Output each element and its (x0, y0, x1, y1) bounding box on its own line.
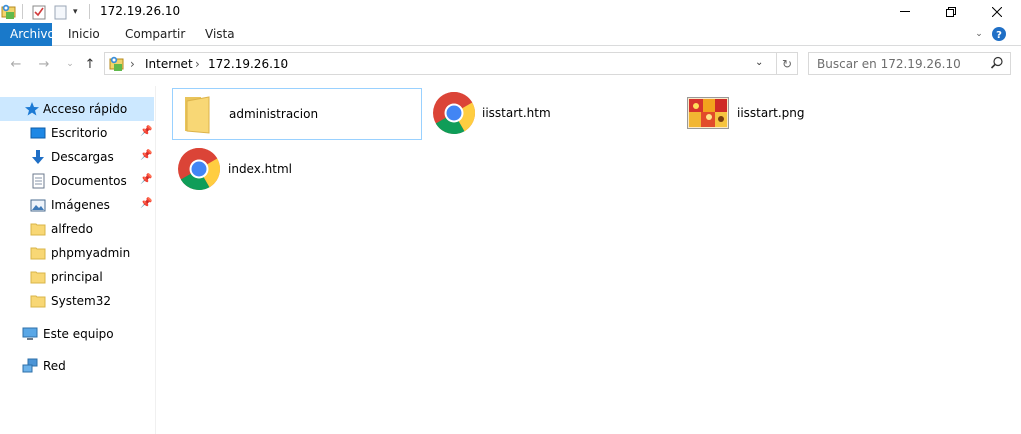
folder-icon (30, 269, 46, 285)
pin-icon[interactable]: 📌 (140, 198, 152, 209)
up-arrow-icon: ↑ (84, 56, 96, 72)
maximize-button[interactable] (928, 0, 974, 23)
pictures-icon (30, 197, 46, 213)
folder-icon (181, 93, 213, 138)
sidebar-item-label: phpmyadmin (51, 246, 131, 260)
file-name: administracion (229, 107, 319, 121)
properties-icon[interactable] (1, 3, 17, 20)
tab-vista[interactable]: Vista (195, 23, 245, 46)
sidebar-item-label: Descargas (51, 150, 114, 164)
sidebar-item-system32[interactable]: System32 (0, 289, 154, 313)
minimize-icon (900, 11, 910, 12)
sidebar-item-red[interactable]: Red (0, 354, 154, 378)
sidebar-item-label: Documentos (51, 174, 127, 188)
forward-button[interactable]: → (34, 53, 54, 75)
close-button[interactable] (974, 0, 1020, 23)
sidebar-item-label: Acceso rápido (43, 102, 128, 116)
document-icon (30, 173, 46, 189)
sidebar-item-label: Red (43, 359, 66, 373)
star-icon (24, 101, 40, 117)
sidebar-item-principal[interactable]: principal (0, 265, 154, 289)
address-history-chevron-icon[interactable]: ⌄ (755, 57, 763, 68)
desktop-icon (30, 125, 46, 141)
download-arrow-icon (30, 149, 46, 165)
pin-icon[interactable]: 📌 (140, 126, 152, 137)
title-bar: ▾ 172.19.26.10 (0, 0, 1021, 23)
network-icon (22, 358, 38, 374)
back-arrow-icon: ← (10, 56, 22, 72)
sidebar-item-label: Escritorio (51, 126, 108, 140)
folder-icon (30, 245, 46, 261)
help-icon[interactable]: ? (991, 26, 1007, 42)
breadcrumb-separator-icon[interactable]: › (195, 57, 200, 71)
back-button[interactable]: ← (6, 53, 26, 75)
qa-divider (22, 4, 23, 19)
breadcrumb-separator-icon[interactable]: › (280, 57, 285, 71)
sidebar-item-este-equipo[interactable]: Este equipo (0, 322, 154, 346)
sidebar-item-descargas[interactable]: Descargas 📌 (0, 145, 154, 169)
sidebar-item-documentos[interactable]: Documentos 📌 (0, 169, 154, 193)
breadcrumb-host[interactable]: 172.19.26.10 (208, 57, 288, 71)
sidebar-item-label: System32 (51, 294, 112, 308)
sidebar-item-escritorio[interactable]: Escritorio 📌 (0, 121, 154, 145)
file-name: iisstart.png (737, 106, 805, 120)
svg-text:?: ? (996, 30, 1002, 41)
image-thumbnail-icon (687, 97, 729, 132)
file-item-iisstart-htm[interactable]: iisstart.htm (428, 88, 678, 140)
sidebar-item-label: alfredo (51, 222, 93, 236)
close-icon (992, 6, 1002, 17)
pin-icon[interactable]: 📌 (140, 174, 152, 185)
up-button[interactable]: ↑ (80, 53, 100, 75)
sidebar-item-label: principal (51, 270, 103, 284)
breadcrumb-internet[interactable]: Internet (145, 57, 193, 71)
qa-divider (89, 4, 90, 19)
minimize-button[interactable] (882, 0, 928, 23)
address-bar[interactable]: › Internet › 172.19.26.10 › ⌄ (104, 52, 798, 75)
tab-inicio[interactable]: Inicio (58, 23, 110, 46)
file-name: index.html (228, 162, 292, 176)
search-icon[interactable] (990, 56, 1004, 73)
sidebar-item-phpmyadmin[interactable]: phpmyadmin (0, 241, 154, 265)
file-item-iisstart-png[interactable]: iisstart.png (684, 88, 934, 140)
sidebar-item-alfredo[interactable]: alfredo (0, 217, 154, 241)
recent-locations-button[interactable]: ⌄ (60, 53, 80, 75)
folder-icon (30, 293, 46, 309)
expand-ribbon-icon[interactable]: ⌄ (971, 26, 987, 42)
sidebar-item-acceso-rapido[interactable]: Acceso rápido (0, 97, 154, 121)
new-folder-icon[interactable] (31, 3, 47, 20)
sidebar-item-label: Este equipo (43, 327, 114, 341)
maximize-icon (946, 6, 956, 17)
tab-compartir[interactable]: Compartir (115, 23, 195, 46)
forward-arrow-icon: → (38, 56, 50, 72)
sidebar-item-label: Imágenes (51, 198, 110, 212)
refresh-button[interactable]: ↻ (776, 52, 798, 75)
search-input[interactable] (809, 53, 989, 74)
computer-icon (22, 326, 38, 342)
ribbon-tabs: Archivo Inicio Compartir Vista ⌄ ? (0, 23, 1021, 46)
file-item-index-html[interactable]: index.html (172, 144, 422, 196)
window-title: 172.19.26.10 (100, 4, 181, 18)
pin-icon[interactable]: 📌 (140, 150, 152, 161)
network-location-icon (109, 56, 125, 75)
refresh-icon: ↻ (781, 56, 793, 71)
file-name: iisstart.htm (482, 106, 551, 120)
folder-icon (30, 221, 46, 237)
chrome-icon (177, 147, 221, 194)
tab-archivo[interactable]: Archivo (0, 23, 55, 46)
customize-dropdown-icon[interactable]: ▾ (73, 3, 78, 20)
navigation-pane: Acceso rápido Escritorio 📌 Descargas 📌 D… (0, 86, 156, 434)
sidebar-item-imagenes[interactable]: Imágenes 📌 (0, 193, 154, 217)
search-box[interactable] (808, 52, 1011, 75)
breadcrumb-separator-icon[interactable]: › (130, 57, 135, 71)
file-item-administracion[interactable]: administracion (172, 88, 422, 140)
blank-document-icon[interactable] (52, 3, 68, 20)
chevron-down-icon: ⌄ (66, 59, 74, 69)
chrome-icon (432, 91, 476, 138)
